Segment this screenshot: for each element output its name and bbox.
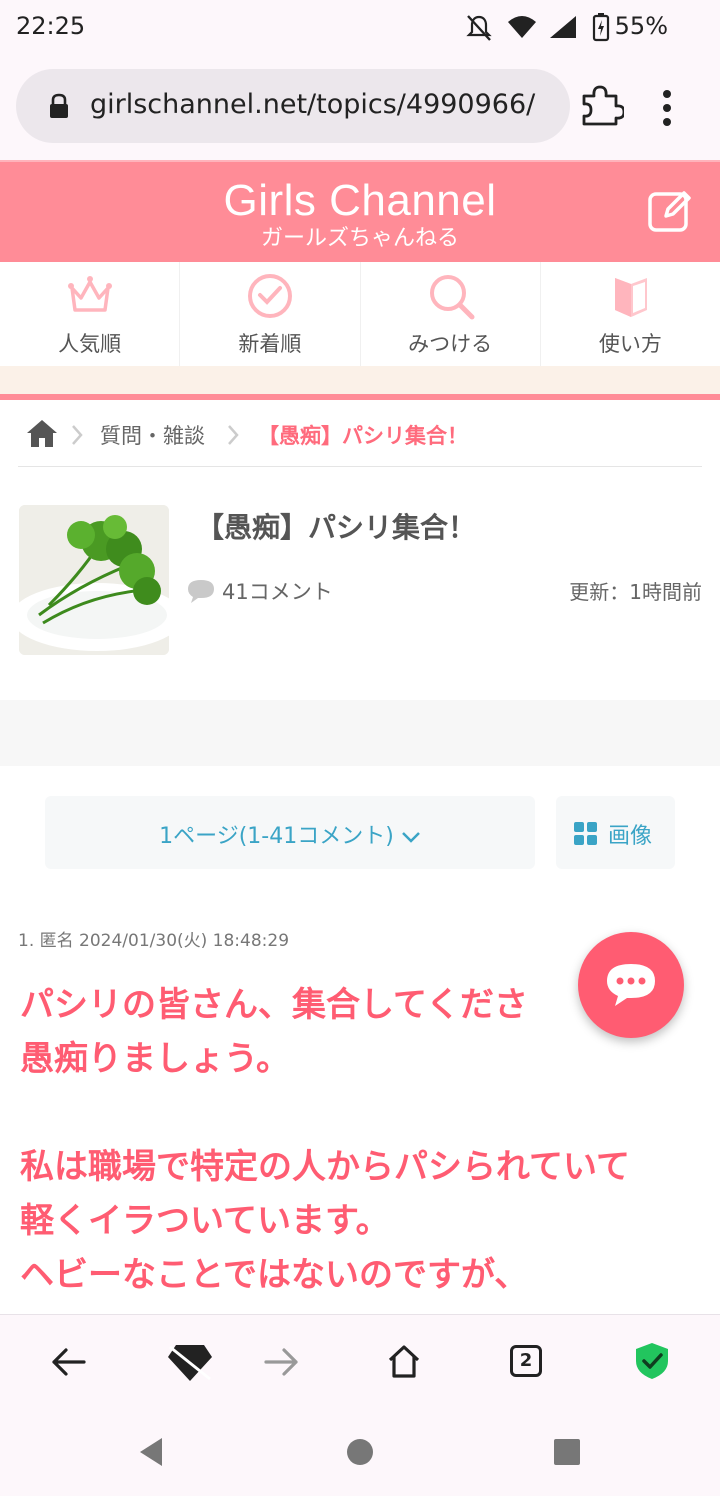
page-selector[interactable]: 1ページ(1-41コメント) xyxy=(45,796,535,869)
post-edit-icon[interactable] xyxy=(646,186,694,234)
image-view-label: 画像 xyxy=(608,824,653,849)
main-nav: 人気順 新着順 みつける 使い方 xyxy=(0,262,720,367)
nav-newest[interactable]: 新着順 xyxy=(179,262,359,366)
parsley-image xyxy=(19,505,169,655)
chat-bubble-icon xyxy=(607,964,655,1006)
battery-icon xyxy=(592,13,610,42)
breadcrumb-current: 【愚痴】パシリ集合！ xyxy=(258,424,468,448)
chevron-right-icon xyxy=(72,425,83,445)
site-logo[interactable]: Girls Channel xyxy=(0,176,720,226)
comment-line: 私は職場で特定の人からパシられていて xyxy=(20,1147,630,1187)
breadcrumb-category[interactable]: 質問・雑談 xyxy=(100,420,205,450)
topic-thumbnail[interactable] xyxy=(19,505,169,655)
nav-howto[interactable]: 使い方 xyxy=(539,262,720,366)
clock-icon xyxy=(248,274,293,318)
system-back-icon[interactable] xyxy=(136,1436,166,1468)
status-bar: 22:25 55% xyxy=(0,0,720,56)
tab-switcher-button[interactable]: 2 xyxy=(510,1345,542,1377)
site-logo-subtitle: ガールズちゃんねる xyxy=(260,226,459,251)
shield-check-icon[interactable] xyxy=(634,1341,670,1381)
comment-bubble-icon xyxy=(188,580,214,603)
browser-bottom-toolbar: 2 xyxy=(0,1314,720,1409)
more-menu-icon[interactable] xyxy=(660,88,674,128)
crown-icon xyxy=(68,276,112,312)
pro-diamond-icon[interactable] xyxy=(166,1343,214,1383)
home-icon[interactable] xyxy=(26,418,58,448)
search-icon xyxy=(429,275,474,320)
status-time: 22:25 xyxy=(16,12,86,40)
comment-line xyxy=(20,1086,710,1140)
wifi-icon xyxy=(508,16,536,38)
image-view-button[interactable]: 画像 xyxy=(556,796,675,869)
lock-icon xyxy=(50,93,68,118)
nav-separator xyxy=(0,366,720,394)
mute-icon xyxy=(466,15,492,41)
nav-label: 新着順 xyxy=(238,332,302,356)
nav-label: みつける xyxy=(408,332,493,356)
grid-icon xyxy=(574,822,597,845)
browser-toolbar: girlschannel.net/topics/4990966/ xyxy=(0,56,720,160)
extensions-icon[interactable] xyxy=(578,82,624,128)
back-arrow-icon[interactable] xyxy=(50,1347,86,1377)
signal-icon xyxy=(550,16,576,38)
comment-line: 愚痴りましょう。 xyxy=(20,1039,290,1079)
nav-label: 使い方 xyxy=(598,332,662,356)
home-icon[interactable] xyxy=(386,1343,422,1379)
nav-find[interactable]: みつける xyxy=(359,262,540,366)
section-divider xyxy=(0,700,720,766)
system-nav-bar xyxy=(0,1408,720,1496)
url-text: girlschannel.net/topics/4990966/ xyxy=(90,89,536,120)
topic-comment-count: 41コメント xyxy=(222,580,333,604)
chevron-down-icon xyxy=(401,832,420,843)
book-icon xyxy=(614,278,647,317)
post-comment-button[interactable] xyxy=(578,932,684,1038)
page-selector-label: 1ページ(1-41コメント) xyxy=(45,818,535,850)
topic-updated: 更新：1時間前 xyxy=(569,580,702,604)
nav-popular[interactable]: 人気順 xyxy=(0,262,179,366)
nav-label: 人気順 xyxy=(58,332,122,356)
breadcrumb: 質問・雑談 【愚痴】パシリ集合！ xyxy=(18,400,702,467)
forward-arrow-icon[interactable] xyxy=(264,1347,300,1377)
chevron-right-icon xyxy=(228,425,239,445)
system-home-icon[interactable] xyxy=(346,1438,374,1466)
comment-line: ヘビーなことではないのですが、 xyxy=(20,1255,529,1295)
system-recents-icon[interactable] xyxy=(553,1438,581,1466)
address-bar[interactable]: girlschannel.net/topics/4990966/ xyxy=(16,69,570,143)
comment-meta: 1. 匿名 2024/01/30(火) 18:48:29 xyxy=(18,931,290,951)
battery-level: 55% xyxy=(614,12,668,40)
comment-line: 軽くイラついています。 xyxy=(20,1201,390,1241)
site-header: Girls Channel ガールズちゃんねる xyxy=(0,160,720,264)
topic-title[interactable]: 【愚痴】パシリ集合！ xyxy=(196,506,476,546)
tab-count: 2 xyxy=(519,1350,533,1371)
